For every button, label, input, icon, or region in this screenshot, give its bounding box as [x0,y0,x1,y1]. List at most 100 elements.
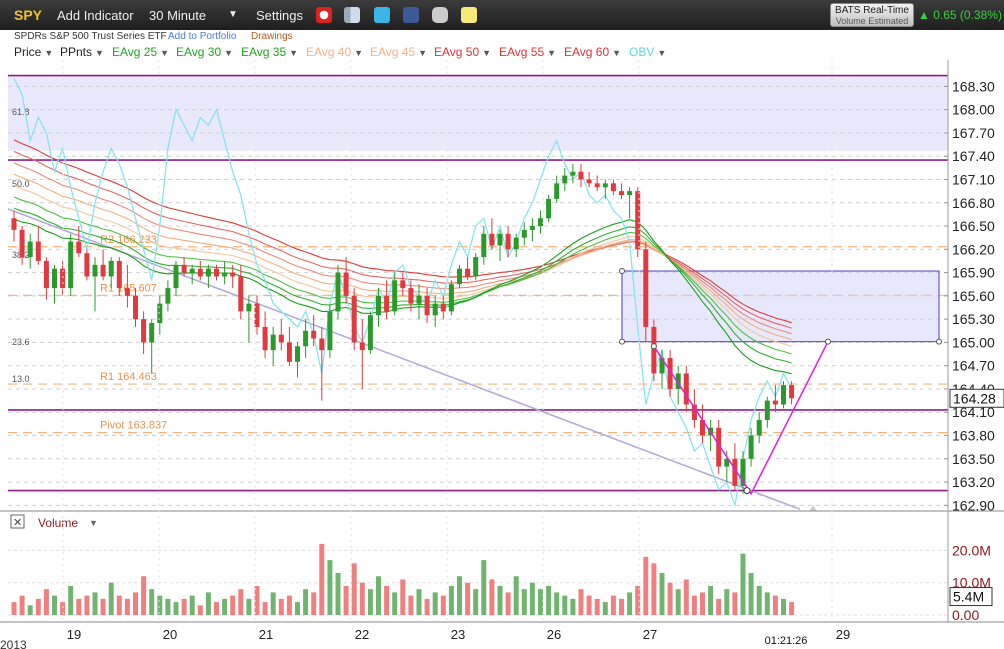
volume-bar [230,595,236,615]
candle-body [230,272,236,277]
add-to-portfolio-link[interactable]: Add to Portfolio [168,31,236,42]
volume-bar [570,598,576,615]
volume-bar [141,576,147,615]
pattern-handle [743,487,751,495]
volume-bar [643,556,649,615]
volume-bar [708,585,714,615]
candle-body [538,218,543,227]
candle-body [764,400,770,420]
note-icon[interactable] [461,7,477,23]
candle-body [748,435,754,459]
candle-body [481,233,487,258]
candle-body [384,295,390,312]
volume-bar [392,592,398,615]
camera-icon[interactable] [432,7,448,23]
price-tick-label: 166.80 [952,195,995,211]
volume-bar [424,598,430,615]
indicator-dropdown-icon[interactable]: ▼ [418,48,427,58]
drawings-link[interactable]: Drawings [251,31,293,42]
indicator-dropdown-icon[interactable]: ▼ [44,48,53,58]
volume-bar [286,595,292,615]
indicator-dropdown-icon[interactable]: ▼ [547,48,556,58]
volume-dropdown-icon: ▼ [89,518,98,528]
date-axis-background [0,622,1004,649]
indicator-dropdown-icon[interactable]: ▼ [289,48,298,58]
indicator-dropdown-icon[interactable]: ▼ [482,48,491,58]
interval-dropdown-icon[interactable]: ▼ [228,9,238,20]
volume-bar [278,598,284,615]
alarm-clock-icon[interactable] [316,7,332,23]
price-tick-label: 165.60 [952,288,995,304]
indicator-price[interactable]: Price ▼ [14,45,53,59]
volume-bar [691,595,697,615]
pivot-label: R1 164.463 [100,371,157,383]
bookmark-icon[interactable] [344,7,360,23]
candle-body [554,183,560,199]
indicator-eavg-60[interactable]: EAvg 60 ▼ [564,45,621,59]
indicator-obv[interactable]: OBV ▼ [629,45,666,59]
indicator-eavg-25[interactable]: EAvg 25 ▼ [112,45,169,59]
realtime-badge: BATS Real-Time Volume Estimated [830,3,914,27]
indicator-eavg-50[interactable]: EAvg 50 ▼ [434,45,491,59]
indicator-dropdown-icon[interactable]: ▼ [612,48,621,58]
facebook-icon[interactable] [403,7,419,23]
candle-body [246,303,252,312]
interval-select[interactable]: 30 Minute [149,8,206,23]
indicator-dropdown-icon[interactable]: ▼ [354,48,363,58]
twitter-icon[interactable] [374,7,390,23]
volume-bar [376,576,381,615]
indicator-dropdown-icon[interactable]: ▼ [657,48,666,58]
candle-body [181,264,187,273]
candle-body [11,218,17,230]
price-chart[interactable]: R2 166.233R1 165.607R1 164.463Pivot 163.… [0,60,1004,649]
price-tick-label: 165.30 [952,311,995,327]
volume-bar [238,589,244,615]
candle-body [602,183,608,188]
volume-bar [311,592,317,615]
candle-body [529,226,535,230]
indicator-eavg-45[interactable]: EAvg 45 ▼ [370,45,427,59]
candle-body [594,183,600,188]
indicator-ppnts[interactable]: PPnts ▼ [60,45,104,59]
candle-body [457,268,462,285]
price-tick-label: 163.20 [952,474,995,490]
volume-bar [724,589,730,615]
candle-body [262,326,268,351]
volume-bar [189,595,195,615]
add-indicator-button[interactable]: Add Indicator [57,8,134,23]
candle-body [311,330,317,339]
volume-bar [610,595,616,615]
box-handle [619,338,625,345]
candle-body [100,264,106,277]
volume-bar [513,576,519,615]
candle-body [683,373,689,405]
volume-bar [619,598,624,615]
settings-button[interactable]: Settings [256,8,303,23]
indicator-eavg-55[interactable]: EAvg 55 ▼ [499,45,556,59]
indicator-eavg-40[interactable]: EAvg 40 ▼ [306,45,363,59]
volume-bar [602,602,608,615]
volume-bar [789,602,795,615]
volume-bar [651,563,657,615]
candle-body [521,229,527,238]
symbol-label[interactable]: SPY [14,7,42,23]
date-tick-label: 29 [836,627,850,642]
price-tick-label: 166.20 [952,241,995,257]
volume-bar [76,598,82,615]
volume-bar [546,585,552,615]
indicator-dropdown-icon[interactable]: ▼ [224,48,233,58]
date-tick-label: 21 [259,627,273,642]
fib-level-label: 50.0 [12,179,30,189]
indicator-dropdown-icon[interactable]: ▼ [160,48,169,58]
volume-bar [732,592,738,615]
indicator-eavg-35[interactable]: EAvg 35 ▼ [241,45,298,59]
indicator-dropdown-icon[interactable]: ▼ [95,48,104,58]
volume-bar [181,598,187,615]
candle-body [756,420,762,436]
candle-body [84,253,90,277]
candle-body [367,315,373,351]
indicator-eavg-30[interactable]: EAvg 30 ▼ [176,45,233,59]
volume-bar [351,563,357,615]
candle-body [108,260,114,277]
candle-body [416,295,422,304]
